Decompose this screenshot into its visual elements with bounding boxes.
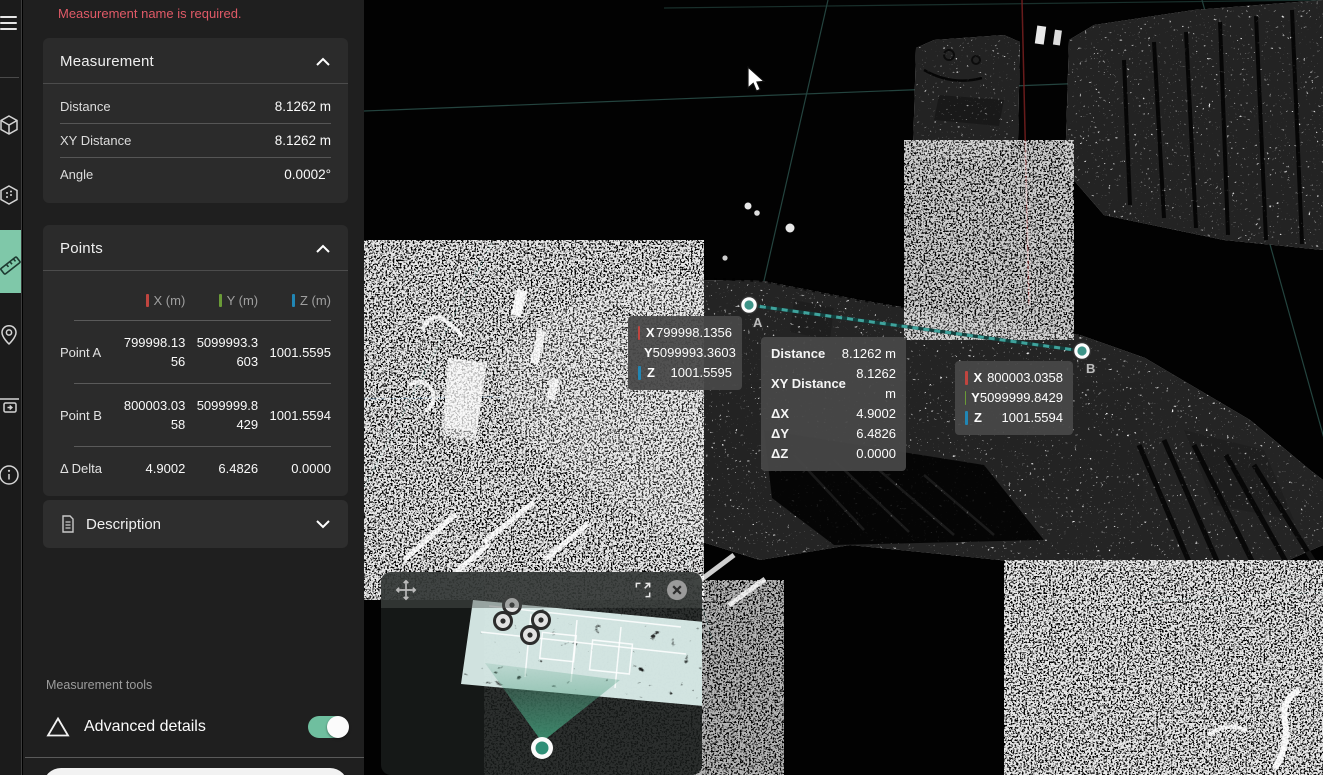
menu-icon[interactable] bbox=[0, 12, 17, 34]
axis-x-bar bbox=[638, 326, 640, 340]
measurement-row-distance: Distance 8.1262 m bbox=[60, 90, 331, 123]
measurement-tools-label: Measurement tools bbox=[46, 678, 152, 692]
minimap-close-button[interactable] bbox=[664, 577, 690, 603]
point-cloud-cube-icon[interactable] bbox=[0, 182, 22, 208]
col-x: X (m) bbox=[120, 291, 185, 310]
chevron-up-icon[interactable] bbox=[315, 57, 331, 67]
tooltip-point-a: X799998.1356 Y5099993.3603 Z1001.5595 bbox=[628, 316, 742, 390]
minimap-panel[interactable] bbox=[381, 572, 702, 775]
axis-z-bar bbox=[638, 366, 641, 380]
row-value: 0.0002° bbox=[284, 167, 331, 182]
triangle-icon bbox=[46, 716, 70, 738]
measurement-panel: Measurement Distance 8.1262 m XY Distanc… bbox=[43, 38, 348, 203]
marker-b-label: B bbox=[1086, 361, 1095, 376]
description-title: Description bbox=[86, 516, 315, 533]
description-panel[interactable]: Description bbox=[43, 500, 348, 548]
info-icon[interactable] bbox=[0, 462, 22, 488]
measure-tool-active[interactable] bbox=[0, 230, 22, 293]
camera-position-marker[interactable] bbox=[531, 737, 553, 759]
validation-error: Measurement name is required. bbox=[58, 6, 242, 21]
save-measurement-button[interactable] bbox=[43, 768, 348, 775]
row-label: XY Distance bbox=[60, 133, 131, 148]
point-a-row: Point A 799998.1356 5099993.3603 1001.55… bbox=[60, 329, 331, 375]
export-floorplan-icon[interactable] bbox=[0, 392, 22, 418]
minimap-expand-button[interactable] bbox=[630, 577, 656, 603]
model-cube-icon[interactable] bbox=[0, 112, 22, 138]
chevron-up-icon[interactable] bbox=[315, 244, 331, 254]
sidebar-bottom-divider bbox=[25, 757, 364, 758]
minimap-move-button[interactable] bbox=[393, 577, 419, 603]
minimap-header bbox=[381, 572, 702, 608]
axis-x-chip bbox=[146, 294, 149, 307]
advanced-details-row: Advanced details bbox=[46, 706, 348, 748]
axis-z-bar bbox=[965, 411, 968, 425]
measurement-sidebar: Measurement name is required. Measuremen… bbox=[23, 0, 364, 775]
row-label: Distance bbox=[60, 99, 111, 114]
measurement-panel-header[interactable]: Measurement bbox=[43, 38, 348, 83]
delta-row: Δ Delta 4.9002 6.4826 0.0000 bbox=[60, 455, 331, 482]
left-icon-rail bbox=[0, 0, 22, 775]
points-table-header: X (m) Y (m) Z (m) bbox=[60, 283, 331, 312]
tooltip-distance: Distance8.1262 m XY Distance8.1262 m ΔX4… bbox=[761, 337, 906, 471]
points-panel-header[interactable]: Points bbox=[43, 225, 348, 270]
marker-a-label: A bbox=[753, 315, 763, 330]
location-pin-icon[interactable] bbox=[0, 322, 22, 348]
points-panel: Points X (m) Y (m) Z (m) Point A 799998.… bbox=[43, 225, 348, 496]
tooltip-point-b: X800003.0358 Y5099999.8429 Z1001.5594 bbox=[955, 361, 1073, 435]
ruler-icon bbox=[0, 250, 22, 274]
axis-y-chip bbox=[219, 294, 222, 307]
measurement-row-angle: Angle 0.0002° bbox=[60, 158, 331, 191]
axis-z-chip bbox=[292, 294, 295, 307]
col-z: Z (m) bbox=[266, 291, 331, 310]
pan-icon bbox=[395, 579, 417, 601]
rail-divider bbox=[0, 77, 19, 78]
advanced-details-label: Advanced details bbox=[84, 718, 308, 736]
document-icon bbox=[60, 515, 76, 533]
points-panel-title: Points bbox=[60, 240, 103, 257]
point-b-row: Point B 800003.0358 5099999.8429 1001.55… bbox=[60, 392, 331, 438]
col-y: Y (m) bbox=[193, 291, 258, 310]
axis-x-bar bbox=[965, 371, 968, 385]
measurement-panel-title: Measurement bbox=[60, 53, 154, 70]
expand-icon bbox=[633, 580, 653, 600]
measurement-row-xy-distance: XY Distance 8.1262 m bbox=[60, 124, 331, 157]
chevron-down-icon[interactable] bbox=[315, 519, 331, 529]
row-value: 8.1262 m bbox=[275, 99, 331, 114]
points-table: X (m) Y (m) Z (m) Point A 799998.1356 50… bbox=[43, 271, 348, 496]
row-value: 8.1262 m bbox=[275, 133, 331, 148]
row-label: Angle bbox=[60, 167, 93, 182]
advanced-details-toggle[interactable] bbox=[308, 716, 348, 738]
close-icon bbox=[665, 578, 689, 602]
